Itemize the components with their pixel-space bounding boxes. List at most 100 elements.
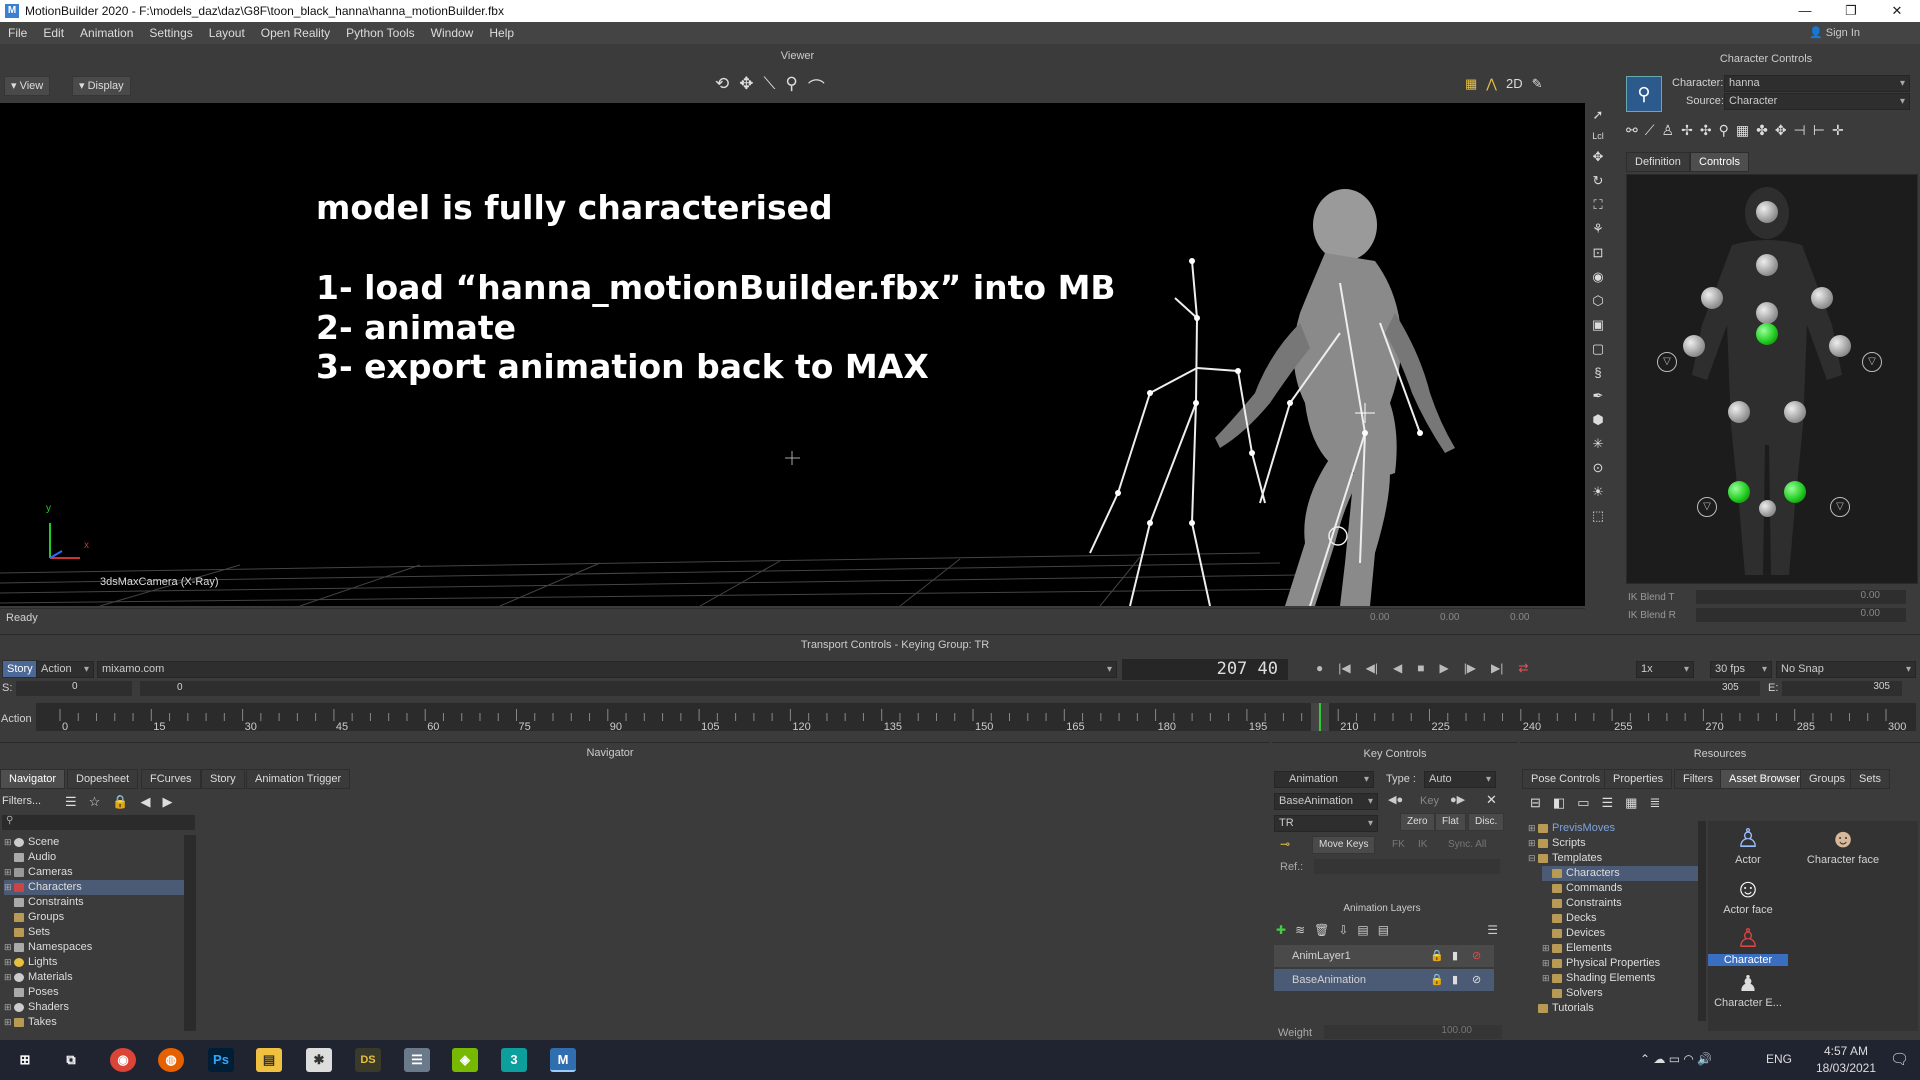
right-hand-fingers-icon[interactable]: ▽: [1862, 352, 1882, 372]
tab-navigator[interactable]: Navigator: [0, 769, 66, 789]
tab-pose-controls[interactable]: Pose Controls: [1522, 769, 1610, 789]
tree-view-icon[interactable]: ⊟: [1530, 795, 1541, 811]
asset-tree-constraints[interactable]: Constraints: [1542, 896, 1700, 911]
display-menu-button[interactable]: ▾ Display: [72, 76, 131, 96]
curve-icon[interactable]: ⋀: [1486, 76, 1497, 92]
delete-key-icon[interactable]: ✕: [1486, 792, 1497, 808]
asset-tree-devices[interactable]: Devices: [1542, 926, 1700, 941]
navigator-search-input[interactable]: ⚲: [2, 815, 195, 830]
asset-tree-previsMoves[interactable]: ⊞ PrevisMoves: [1528, 821, 1700, 836]
film-icon[interactable]: ▦: [1465, 76, 1477, 92]
ik-toggle[interactable]: IK: [1418, 839, 1427, 850]
list-icon[interactable]: ☰: [65, 794, 77, 810]
menu-help[interactable]: Help: [481, 26, 522, 40]
right-knee-effector[interactable]: [1784, 401, 1806, 423]
prev-key-icon[interactable]: ◀|: [1366, 661, 1378, 675]
asset-tree-solvers[interactable]: Solvers: [1542, 986, 1700, 1001]
ref-field[interactable]: [1314, 859, 1500, 874]
end-field[interactable]: 305: [1782, 681, 1902, 696]
close-icon[interactable]: ✕: [1874, 0, 1920, 22]
base-layer-solo-icon[interactable]: ▮: [1452, 969, 1458, 991]
weight-slider[interactable]: 100.00: [1324, 1025, 1502, 1039]
lock-icon[interactable]: 🔒: [112, 794, 128, 810]
tree-item-takes[interactable]: ⊞ Takes: [4, 1015, 184, 1030]
tree-item-constraints[interactable]: Constraints: [4, 895, 184, 910]
right-shoulder-effector[interactable]: [1811, 287, 1833, 309]
select-icon[interactable]: ➚: [1593, 107, 1604, 123]
snap-dropdown[interactable]: No Snap: [1776, 661, 1916, 678]
delete-layer-icon[interactable]: 🗑: [1314, 923, 1329, 937]
rotate-icon[interactable]: ↻: [1593, 173, 1604, 189]
layer-b-icon[interactable]: ▤: [1378, 923, 1389, 937]
asset-tree-decks[interactable]: Decks: [1542, 911, 1700, 926]
hips-effector[interactable]: [1756, 323, 1778, 345]
asset-tree-physical-properties[interactable]: ⊞ Physical Properties: [1542, 956, 1700, 971]
base-layer-mute-icon[interactable]: ⊘: [1472, 969, 1481, 991]
sync-all-toggle[interactable]: Sync. All: [1448, 839, 1486, 850]
globe-icon[interactable]: ◉: [1592, 269, 1603, 285]
ik-blend-t-slider[interactable]: 0.00: [1696, 590, 1906, 604]
next-key-nav-icon[interactable]: ●▶: [1450, 793, 1465, 806]
asset-tree-tutorials[interactable]: Tutorials: [1528, 1001, 1700, 1016]
filters-button[interactable]: Filters...: [2, 793, 52, 810]
head-effector[interactable]: [1756, 201, 1778, 223]
tray-icons[interactable]: ⌃ ☁ ▭ ◠ 🔊: [1640, 1052, 1712, 1066]
left-ankle-effector[interactable]: [1728, 481, 1750, 503]
range-slider[interactable]: 0 305: [140, 681, 1760, 696]
language-indicator[interactable]: ENG: [1766, 1052, 1792, 1066]
ik-icon[interactable]: ✥: [1775, 122, 1787, 139]
pen-icon[interactable]: ✒: [1593, 388, 1604, 404]
layer-mute-icon[interactable]: ⊘: [1472, 945, 1481, 967]
reach-icon[interactable]: ⊣: [1794, 122, 1806, 139]
tab-controls[interactable]: Controls: [1690, 152, 1749, 172]
3dsmax-icon[interactable]: 3: [501, 1048, 527, 1072]
grid-icon[interactable]: ▦: [1736, 122, 1749, 139]
type-dropdown[interactable]: Auto: [1424, 771, 1496, 788]
left-hand-fingers-icon[interactable]: ▽: [1657, 352, 1677, 372]
timeline-ruler[interactable]: 0 15 30 45 60 75 90 105 120 135 150 165 180 195 210 225…: [36, 703, 1916, 731]
tab-definition[interactable]: Definition: [1626, 152, 1690, 172]
clock-date[interactable]: 18/03/2021: [1806, 1061, 1886, 1075]
tree-item-poses[interactable]: Poses: [4, 985, 184, 1000]
joint-icon[interactable]: ✳: [1593, 436, 1604, 452]
hex-icon[interactable]: ⬢: [1592, 412, 1603, 428]
maximize-icon[interactable]: ❐: [1828, 0, 1874, 22]
dolly-icon[interactable]: ⟍: [764, 74, 776, 96]
roll-icon[interactable]: ⌒: [808, 74, 825, 98]
notifications-icon[interactable]: 🗨: [1890, 1050, 1909, 1068]
asset-tree-templates[interactable]: ⊟ Templates: [1528, 851, 1700, 866]
list-view-icon[interactable]: ☰: [1602, 795, 1614, 811]
chest-effector[interactable]: [1756, 254, 1778, 276]
add-layer-icon[interactable]: ✚: [1276, 923, 1286, 937]
app-icon[interactable]: ☰: [404, 1048, 430, 1072]
local-icon[interactable]: Lcl: [1592, 131, 1604, 141]
menu-edit[interactable]: Edit: [35, 26, 72, 40]
clock-time[interactable]: 4:57 AM: [1806, 1044, 1886, 1058]
photoshop-icon[interactable]: Ps: [208, 1048, 234, 1072]
menu-python-tools[interactable]: Python Tools: [338, 26, 423, 40]
stack-icon[interactable]: ≋: [1295, 923, 1305, 937]
start-field[interactable]: 0: [16, 681, 132, 696]
layer-a-icon[interactable]: ▤: [1357, 923, 1368, 937]
merge-icon[interactable]: ⇩: [1338, 923, 1348, 937]
motionbuilder-taskbar-icon[interactable]: M: [550, 1048, 576, 1072]
character-logo-icon[interactable]: ⚲: [1626, 76, 1662, 112]
light-icon[interactable]: ☀: [1592, 484, 1604, 500]
menu-layout[interactable]: Layout: [201, 26, 253, 40]
left-hand-effector[interactable]: [1683, 335, 1705, 357]
key-button[interactable]: Key: [1420, 795, 1439, 807]
frame-icon[interactable]: ⬚: [1592, 508, 1604, 524]
tree-item-materials[interactable]: ⊞ Materials: [4, 970, 184, 985]
play-icon[interactable]: ▶: [1439, 661, 1448, 675]
effector-icon[interactable]: ⟋: [1645, 122, 1655, 139]
record-icon[interactable]: ●: [1316, 661, 1323, 675]
star-icon[interactable]: ☆: [89, 794, 101, 810]
2d-icon[interactable]: 2D: [1506, 76, 1523, 92]
key-animation-dropdown[interactable]: Animation: [1274, 771, 1374, 788]
tree-item-scene[interactable]: ⊞ Scene: [4, 835, 184, 850]
asset-actor[interactable]: ♙ Actor: [1708, 823, 1788, 866]
story-mode-tab[interactable]: Story: [2, 660, 38, 678]
bone-tool-icon[interactable]: ⚯: [1626, 122, 1638, 139]
file-explorer-icon[interactable]: ▤: [256, 1048, 282, 1072]
tree-item-namespaces[interactable]: ⊞ Namespaces: [4, 940, 184, 955]
